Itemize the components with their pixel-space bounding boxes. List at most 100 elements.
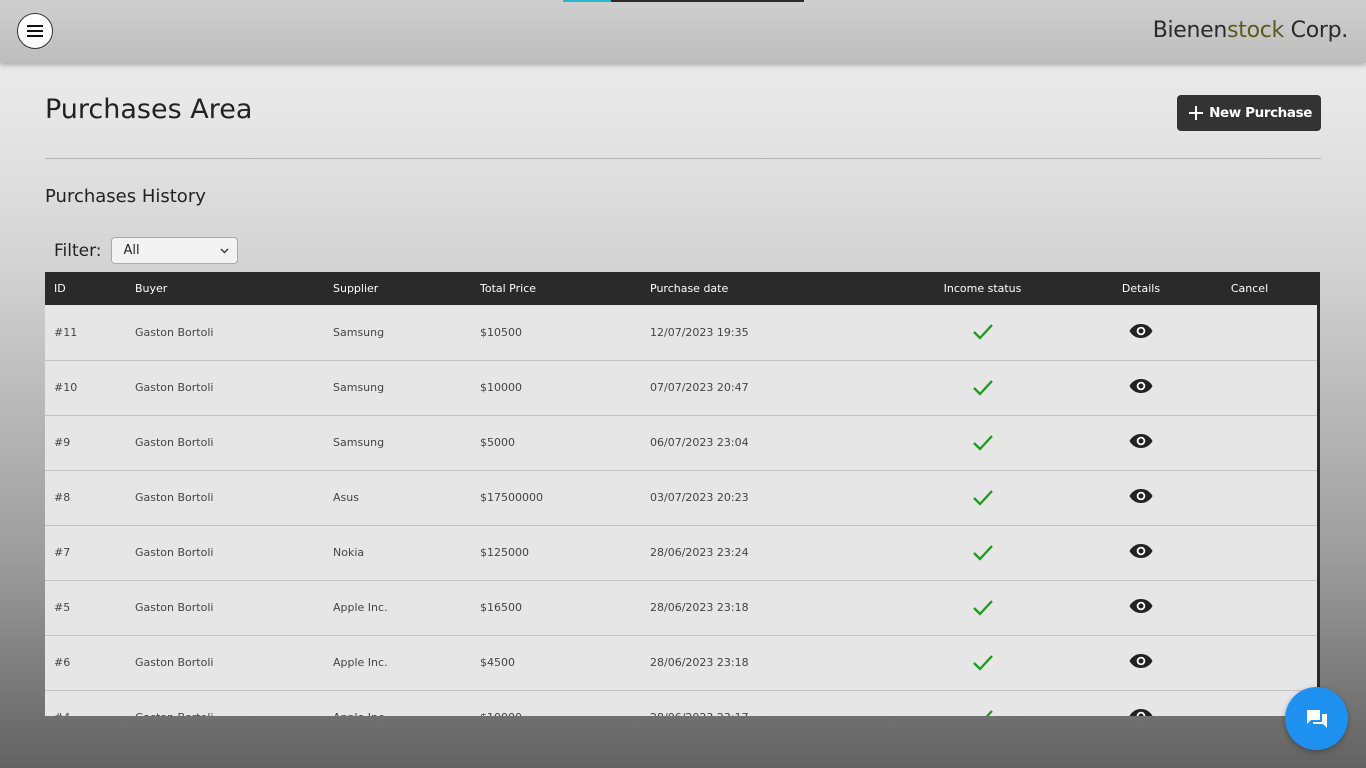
cell-id: #4 [45, 690, 126, 716]
loading-progress-bar [563, 0, 804, 2]
new-purchase-label: New Purchase [1209, 105, 1312, 121]
filter-select[interactable]: All [110, 237, 238, 264]
cell-buyer: Gaston Bortoli [135, 656, 214, 669]
table-row: #11 Gaston Bortoli Samsung $10500 12/07/2023… [45, 305, 1317, 360]
cell-supplier: Samsung [333, 436, 385, 449]
table-header-row: ID Buyer Supplier Total Price Purchase d… [45, 272, 1317, 305]
cell-total-price: $10000 [471, 690, 641, 716]
cell-income-status [864, 580, 1101, 635]
cell-purchase-date: 28/06/2023 23:24 [650, 546, 749, 559]
cell-supplier: Nokia [333, 546, 365, 559]
cell-details [1101, 360, 1181, 415]
chevron-down-icon [220, 248, 229, 253]
brand-name-suffix: Corp. [1283, 18, 1349, 43]
section-divider [45, 158, 1321, 159]
column-header-supplier: Supplier [333, 282, 379, 295]
cell-details [1101, 580, 1181, 635]
details-button[interactable] [1129, 378, 1153, 394]
cell-total-price: $4500 [480, 656, 515, 669]
cell-details [1101, 525, 1181, 580]
cell-income-status [864, 470, 1101, 525]
cell-id: #10 [54, 381, 78, 394]
cell-supplier: Apple Inc. [333, 601, 388, 614]
details-button[interactable] [1129, 433, 1153, 449]
column-header-cancel: Cancel [1230, 282, 1269, 295]
eye-icon [1129, 544, 1153, 558]
eye-icon [1129, 489, 1153, 503]
cell-total-price: $5000 [480, 436, 515, 449]
details-button[interactable] [1129, 598, 1153, 614]
column-header-id: ID [54, 282, 66, 295]
table-row: #7 Gaston Bortoli Nokia $125000 28/06/2023 2… [45, 525, 1317, 580]
cell-supplier: Samsung [333, 325, 385, 339]
filter-label: Filter: [54, 240, 102, 261]
loading-progress-fill [563, 0, 612, 2]
cell-details [1101, 415, 1181, 470]
chat-button[interactable] [1285, 687, 1348, 750]
plus-icon [1189, 106, 1204, 120]
cell-cancel [1181, 415, 1317, 470]
cell-details [1101, 690, 1181, 716]
brand-name-stock: stock [1227, 18, 1284, 43]
cell-buyer: Gaston Bortoli [126, 690, 324, 716]
cell-buyer: Gaston Bortoli [135, 436, 214, 449]
eye-icon [1129, 434, 1153, 448]
check-icon [972, 489, 993, 506]
check-icon [972, 434, 993, 451]
cell-cancel [1181, 470, 1317, 525]
details-button[interactable] [1129, 653, 1153, 669]
cell-buyer: Gaston Bortoli [135, 546, 214, 559]
cell-buyer: Gaston Bortoli [135, 381, 214, 394]
eye-icon [1129, 323, 1153, 338]
cell-buyer: Gaston Bortoli [135, 601, 214, 614]
section-title: Purchases History [45, 186, 206, 207]
details-button[interactable] [1129, 323, 1153, 339]
check-icon [972, 544, 993, 561]
top-app-bar: Bienenstock Corp. [0, 0, 1366, 63]
purchases-table-container[interactable]: ID Buyer Supplier Total Price Purchase d… [45, 272, 1320, 716]
hamburger-menu-icon [27, 25, 43, 37]
new-purchase-button[interactable]: New Purchase [1177, 95, 1321, 131]
cell-supplier: Apple Inc. [324, 690, 471, 716]
cell-purchase-date: 28/06/2023 23:17 [641, 690, 864, 716]
cell-income-status [864, 415, 1101, 470]
eye-icon [1129, 379, 1153, 393]
cell-id: #11 [54, 325, 78, 339]
cell-cancel [1181, 580, 1317, 635]
cell-cancel [1181, 635, 1317, 690]
cell-cancel [1181, 360, 1317, 415]
filter-bar: Filter: All [54, 237, 238, 264]
menu-button[interactable] [17, 13, 53, 49]
cell-purchase-date: 07/07/2023 20:47 [650, 381, 749, 394]
brand-logo[interactable]: Bienenstock Corp. [1152, 18, 1349, 43]
table-row: #4Gaston BortoliApple Inc.$1000028/06/20… [45, 690, 1317, 716]
column-header-buyer: Buyer [135, 282, 168, 295]
cell-total-price: $10500 [480, 325, 522, 339]
cell-income-status [864, 635, 1101, 690]
cell-total-price: $17500000 [480, 491, 543, 504]
table-row: #8 Gaston Bortoli Asus $17500000 03/07/2023 … [45, 470, 1317, 525]
cell-income-status [864, 360, 1101, 415]
cell-id: #6 [54, 656, 71, 669]
details-button[interactable] [1129, 708, 1153, 716]
cell-income-status [864, 690, 1101, 716]
cell-purchase-date: 03/07/2023 20:23 [650, 491, 749, 504]
cell-income-status [864, 305, 1101, 360]
cell-cancel [1181, 305, 1317, 360]
eye-icon [1129, 599, 1153, 613]
table-row: #5 Gaston Bortoli Apple Inc. $16500 28/06/20… [45, 580, 1317, 635]
column-header-purchase-date: Purchase date [650, 282, 729, 295]
purchases-table: ID Buyer Supplier Total Price Purchase d… [45, 272, 1317, 716]
brand-name-part1: Bienen [1152, 18, 1228, 43]
check-icon [972, 654, 993, 671]
table-row: #6 Gaston Bortoli Apple Inc. $4500 28/06/202… [45, 635, 1317, 690]
check-icon [972, 324, 993, 340]
cell-id: #7 [54, 546, 71, 559]
table-row: #10 Gaston Bortoli Samsung $10000 07/07/2023… [45, 360, 1317, 415]
column-header-income-status: Income status [943, 282, 1022, 295]
details-button[interactable] [1129, 543, 1153, 559]
cell-purchase-date: 12/07/2023 19:35 [650, 325, 749, 339]
cell-buyer: Gaston Bortoli [135, 491, 214, 504]
details-button[interactable] [1129, 488, 1153, 504]
cell-buyer: Gaston Bortoli [135, 325, 214, 339]
